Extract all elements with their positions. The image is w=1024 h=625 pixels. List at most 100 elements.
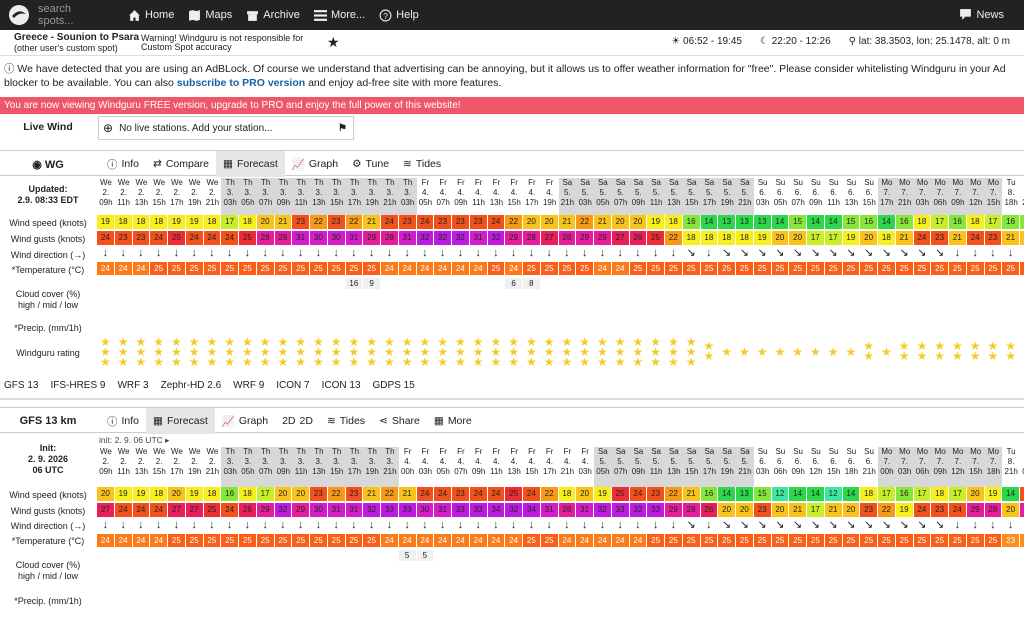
gfs-temperature-cell: 24 bbox=[452, 534, 470, 547]
nav-more-label: More... bbox=[330, 9, 366, 21]
wind-direction-arrow-icon: ↓ bbox=[505, 518, 523, 532]
wg-rating-cell: ★ bbox=[789, 336, 807, 366]
add-station-box[interactable]: ⊕ No live stations. Add your station... ⚑ bbox=[98, 116, 354, 140]
wg-wind-speed-cell: 19 bbox=[97, 215, 115, 229]
wg-tab-compare[interactable]: ⇄ Compare bbox=[146, 151, 216, 177]
model-tab[interactable]: GFS 13 bbox=[4, 380, 38, 391]
gfs-wind-gusts-cell: 31 bbox=[540, 503, 559, 517]
wg-wind-speed-cell: 19 bbox=[185, 215, 204, 229]
wg-tab-forecast[interactable]: ▦ Forecast bbox=[216, 151, 285, 177]
wg-column-header: Su 6. 05h bbox=[772, 178, 790, 218]
gfs-header-hours: 12h bbox=[809, 467, 823, 476]
gfs-column-header: Th 3. 17h bbox=[345, 447, 364, 487]
model-tab[interactable]: ICON 13 bbox=[322, 380, 361, 391]
gfs-cloud-cell bbox=[97, 550, 115, 561]
gfs-wind-speed-cell: 13 bbox=[736, 487, 754, 501]
subscribe-pro-link[interactable]: subscribe to PRO version bbox=[177, 77, 305, 89]
wg-tab-graph[interactable]: 📈 Graph bbox=[285, 151, 345, 177]
wg-tab-tides[interactable]: ≋ Tides bbox=[396, 151, 448, 177]
wind-direction-arrow-icon: ↓ bbox=[150, 246, 168, 260]
gfs-header-dates: 3. bbox=[280, 457, 287, 466]
gfs-header-hours: 18h bbox=[986, 467, 1001, 476]
nav-more[interactable]: More... bbox=[313, 9, 366, 22]
gfs-wind-gusts-cell: 33 bbox=[647, 503, 665, 517]
gfs-tab-more[interactable]: ▦ More bbox=[427, 408, 479, 434]
gfs-tab-tides[interactable]: ≋ Tides bbox=[320, 408, 372, 434]
wg-column-header: We 2. 09h bbox=[97, 178, 115, 218]
wg-column-header: Sa 5. 05h bbox=[594, 178, 612, 218]
wg-tab-info[interactable]: ⓘ Info bbox=[100, 151, 146, 177]
gfs-wind-gusts-cell: 33 bbox=[381, 503, 399, 517]
wg-cloud-cell bbox=[310, 278, 328, 289]
wg-cloud-cell bbox=[452, 278, 470, 289]
spot-title[interactable]: Greece - Sounion to Psara (other user's c… bbox=[14, 32, 139, 53]
wg-wind-gusts-cell: 23 bbox=[984, 231, 1003, 245]
rating-star-icon: ★ bbox=[242, 355, 253, 369]
wg-column-header: Fr 4. 09h bbox=[452, 178, 470, 218]
gfs-tab-2d[interactable]: 2D 2D bbox=[275, 408, 320, 434]
wind-direction-arrow-icon: ↓ bbox=[417, 246, 435, 260]
nav-maps[interactable]: Maps bbox=[188, 9, 232, 22]
gfs-column-header: Mo 7. 18h bbox=[984, 447, 1003, 487]
wg-header-days: We bbox=[153, 178, 166, 187]
wg-rating-cell: ★★ bbox=[701, 336, 719, 366]
wg-header-dates: 5. bbox=[564, 188, 571, 197]
wg-wind-gusts-cell: 28 bbox=[274, 231, 293, 245]
gfs-wind-gusts-cell: 28 bbox=[682, 503, 701, 517]
gfs-wind-speed-cell: 18 bbox=[150, 487, 168, 501]
nav-archive[interactable]: Archive bbox=[246, 9, 300, 22]
wg-header-days: We bbox=[135, 178, 148, 187]
rating-star-icon: ★ bbox=[543, 355, 555, 369]
wg-header-days: Sa bbox=[597, 178, 608, 187]
gfs-wind-gusts-cell: 31 bbox=[434, 503, 452, 517]
model-tab[interactable]: WRF 9 bbox=[233, 380, 264, 391]
gfs-forecast-column: Fr 4. 07h 23 33 ↓ 24 bbox=[452, 447, 470, 561]
search-input[interactable]: search spots... bbox=[38, 3, 108, 27]
wg-wind-speed-cell: 18 bbox=[665, 215, 683, 229]
wg-temperature-cell: 25 bbox=[558, 262, 577, 275]
menu-icon bbox=[313, 9, 327, 21]
wg-wind-gusts-cell: 21 bbox=[1002, 231, 1020, 245]
gfs-wind-speed-cell: 18 bbox=[203, 487, 222, 501]
model-tab[interactable]: GDPS 15 bbox=[373, 380, 415, 391]
rating-star-icon: ★ bbox=[1005, 349, 1017, 363]
wg-header-dates: 2. bbox=[138, 188, 145, 197]
nav-news[interactable]: News bbox=[959, 8, 1004, 21]
wg-tab-tune[interactable]: ⚙ Tune bbox=[345, 151, 396, 177]
favorite-star-icon[interactable]: ★ bbox=[327, 34, 340, 51]
gfs-cloud-cell bbox=[239, 550, 257, 561]
wind-direction-arrow-icon: ↓ bbox=[1002, 246, 1020, 260]
wg-cloud-cell bbox=[541, 278, 559, 289]
wg-wind-gusts-cell: 17 bbox=[824, 231, 843, 245]
gfs-tab-info[interactable]: ⓘ Info bbox=[100, 408, 146, 434]
gfs-forecast-column: Mo 7. 03h 16 19 ↘ 25 bbox=[895, 447, 914, 561]
gfs-header-dates: 7. bbox=[901, 457, 908, 466]
wg-rating-cell: ★ ★ ★ bbox=[505, 336, 523, 368]
gfs-tab-forecast[interactable]: ▦ Forecast bbox=[146, 408, 215, 434]
wg-column-header: Th 3. 03h bbox=[221, 178, 239, 218]
nav-help[interactable]: ? Help bbox=[379, 9, 419, 22]
gfs-tab-graph[interactable]: 📈 Graph bbox=[215, 408, 275, 434]
wg-label-temp: *Temperature (°C) bbox=[11, 265, 85, 275]
gfs-tab-share[interactable]: ⋖ Share bbox=[372, 408, 427, 434]
gfs-temperature-cell: 24 bbox=[576, 534, 594, 547]
gfs-tabs: ⓘ Info ▦ Forecast 📈 Graph 2D 2D ≋ Tides ⋖ Share ▦ Mor… bbox=[100, 408, 479, 434]
gfs-header-days: Th bbox=[385, 447, 395, 456]
wg-forecast-column: Th 3. 17h 22 31 ↓ 25 16 ★ ★ ★ bbox=[345, 178, 364, 368]
pro-banner[interactable]: You are now viewing Windguru FREE versio… bbox=[0, 97, 1024, 114]
wg-header-hours: 15h bbox=[684, 198, 699, 207]
wg-header-hours: 21h bbox=[383, 198, 397, 207]
windguru-logo[interactable] bbox=[6, 2, 32, 28]
gfs-init-line[interactable]: init: 2. 9. 06 UTC ▸ bbox=[99, 435, 169, 446]
nav-home[interactable]: Home bbox=[128, 9, 174, 22]
gfs-temperature-cell: 25 bbox=[771, 534, 790, 547]
spot-coordinates: ⚲ lat: 38.3503, lon: 25.1478, alt: 0 m bbox=[848, 36, 1010, 47]
model-tab[interactable]: WRF 3 bbox=[117, 380, 148, 391]
wind-direction-arrow-icon: ↓ bbox=[399, 518, 417, 532]
model-tab[interactable]: Zephr-HD 2.6 bbox=[161, 380, 222, 391]
gfs-column-header: Fr 4. 00h bbox=[399, 447, 417, 487]
moonrise-moonset: ☾ 22:20 - 12:26 bbox=[759, 36, 831, 47]
wg-rating-cell: ★ ★ ★ bbox=[452, 336, 470, 368]
model-tab[interactable]: IFS-HRES 9 bbox=[50, 380, 105, 391]
model-tab[interactable]: ICON 7 bbox=[276, 380, 309, 391]
